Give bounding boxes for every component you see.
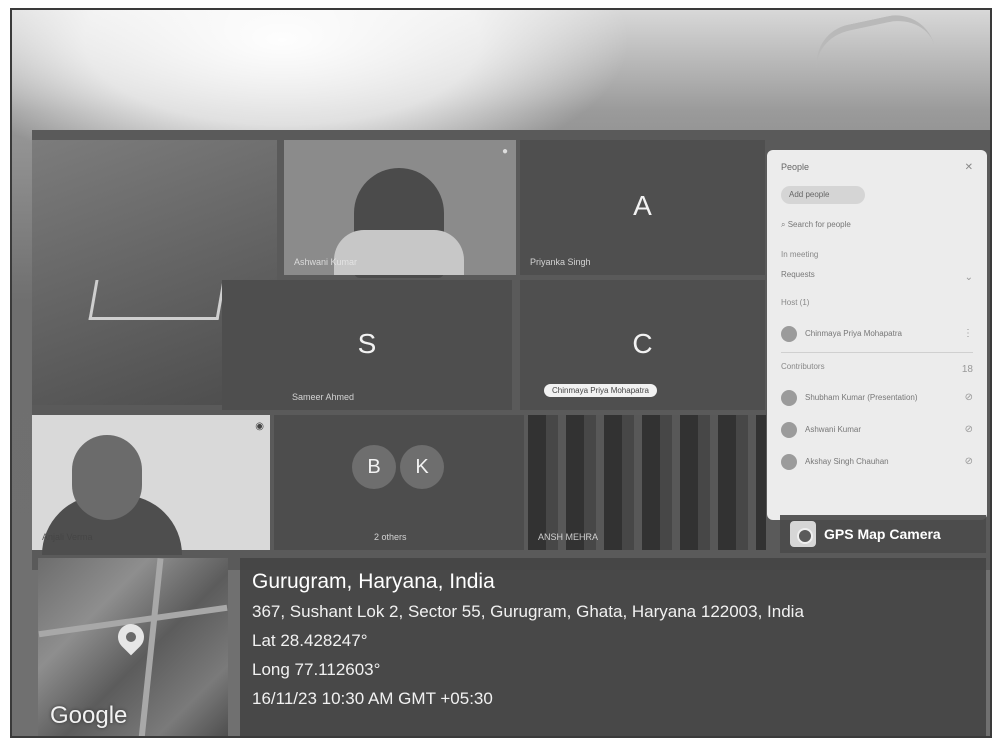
avatar — [781, 454, 797, 470]
location-city: Gurugram, Haryana, India — [252, 570, 495, 593]
people-panel: People ✕ Add people ⌕ Search for people … — [767, 150, 987, 520]
participant-row[interactable]: Ashwani Kumar ⊘ — [781, 422, 973, 440]
tile-name: Anjali Verma — [42, 532, 93, 542]
host-section-label: Host (1) — [781, 298, 810, 307]
contributors-label: Contributors — [781, 362, 825, 371]
participant-row[interactable]: Chinmaya Priya Mohapatra ⋮ — [781, 326, 973, 344]
gps-badge-label: GPS Map Camera — [824, 526, 941, 542]
mic-off-icon: ⊘ — [964, 456, 973, 467]
participant-name: Ashwani Kumar — [805, 425, 862, 435]
add-people-label: Add people — [789, 190, 830, 199]
video-tile-s[interactable]: S Sameer Ahmed — [222, 280, 512, 410]
participant-row[interactable]: Akshay Singh Chauhan ⊘ — [781, 454, 973, 472]
more-icon[interactable]: ⋮ — [963, 328, 973, 339]
search-people-input[interactable]: ⌕ Search for people — [781, 220, 973, 238]
photo-frame: Ashwani Kumar ● A Priyanka Singh S Samee… — [10, 8, 992, 738]
participant-row[interactable]: Shubham Kumar (Presentation) ⊘ — [781, 390, 973, 408]
video-tile-ansh[interactable]: ANSH MEHRA — [528, 415, 766, 550]
avatar — [781, 390, 797, 406]
chevron-down-icon: ⌄ — [964, 272, 973, 283]
tile-name: ANSH MEHRA — [538, 532, 599, 542]
map-thumbnail: Google — [38, 558, 228, 736]
laptop-shape — [88, 280, 226, 320]
camera-icon — [790, 521, 816, 547]
mic-off-icon: ⊘ — [964, 392, 973, 403]
mic-off-icon: ⊘ — [964, 424, 973, 435]
location-info: Gurugram, Haryana, India 367, Sushant Lo… — [240, 558, 986, 736]
section-in-meeting: In meeting — [781, 250, 819, 259]
tile-name: Sameer Ahmed — [292, 392, 355, 402]
participant-name: Shubham Kumar (Presentation) — [805, 393, 918, 403]
tile-name: 2 others — [374, 532, 407, 542]
add-people-button[interactable]: Add people — [781, 186, 865, 204]
video-tile-a[interactable]: A Priyanka Singh — [520, 140, 765, 275]
avatar-letter: A — [633, 190, 652, 221]
requests-row[interactable]: Requests ⌄ — [781, 270, 973, 288]
video-call-screen: Ashwani Kumar ● A Priyanka Singh S Samee… — [32, 130, 990, 570]
panel-title: People — [781, 162, 810, 172]
search-icon: ⌕ — [781, 220, 788, 229]
avatar — [781, 326, 797, 342]
participant-body — [334, 230, 464, 275]
participant-name: Chinmaya Priya Mohapatra — [805, 329, 902, 339]
video-scene — [528, 415, 766, 550]
avatar — [781, 422, 797, 438]
contributors-count: 18 — [961, 364, 973, 375]
mic-icon: ● — [501, 146, 508, 157]
pin-icon: ◉ — [255, 421, 264, 432]
video-tile-anjali[interactable]: ◉ Anjali Verma — [32, 415, 270, 555]
map-road — [138, 558, 164, 736]
presenting-chip: Chinmaya Priya Mohapatra — [544, 384, 657, 397]
video-tile-ashwani[interactable]: Ashwani Kumar ● — [284, 140, 516, 278]
requests-label: Requests — [781, 270, 815, 279]
tile-name: Ashwani Kumar — [294, 257, 358, 267]
contributors-row[interactable]: Contributors 18 — [781, 362, 973, 380]
video-tile-others[interactable]: B K 2 others — [274, 415, 524, 550]
tile-name: Priyanka Singh — [530, 257, 591, 267]
participant-name: Akshay Singh Chauhan — [805, 457, 889, 467]
divider — [781, 352, 973, 353]
location-longitude: Long 77.112603° — [252, 660, 381, 679]
video-tile-c[interactable]: C Chinmaya Priya Mohapatra — [520, 280, 765, 410]
cable — [809, 10, 935, 73]
avatar-letter: C — [632, 328, 653, 359]
avatar-letter: S — [357, 328, 377, 359]
close-icon[interactable]: ✕ — [965, 162, 973, 173]
location-latitude: Lat 28.428247° — [252, 631, 368, 650]
avatar: B — [352, 445, 396, 489]
gps-map-camera-badge: GPS Map Camera — [780, 515, 986, 553]
avatar: K — [400, 445, 444, 489]
participant-face — [72, 435, 142, 520]
map-brand: Google — [50, 702, 128, 729]
location-address: 367, Sushant Lok 2, Sector 55, Gurugram,… — [252, 602, 804, 621]
location-datetime: 16/11/23 10:30 AM GMT +05:30 — [252, 689, 493, 708]
search-placeholder: Search for people — [787, 220, 851, 229]
